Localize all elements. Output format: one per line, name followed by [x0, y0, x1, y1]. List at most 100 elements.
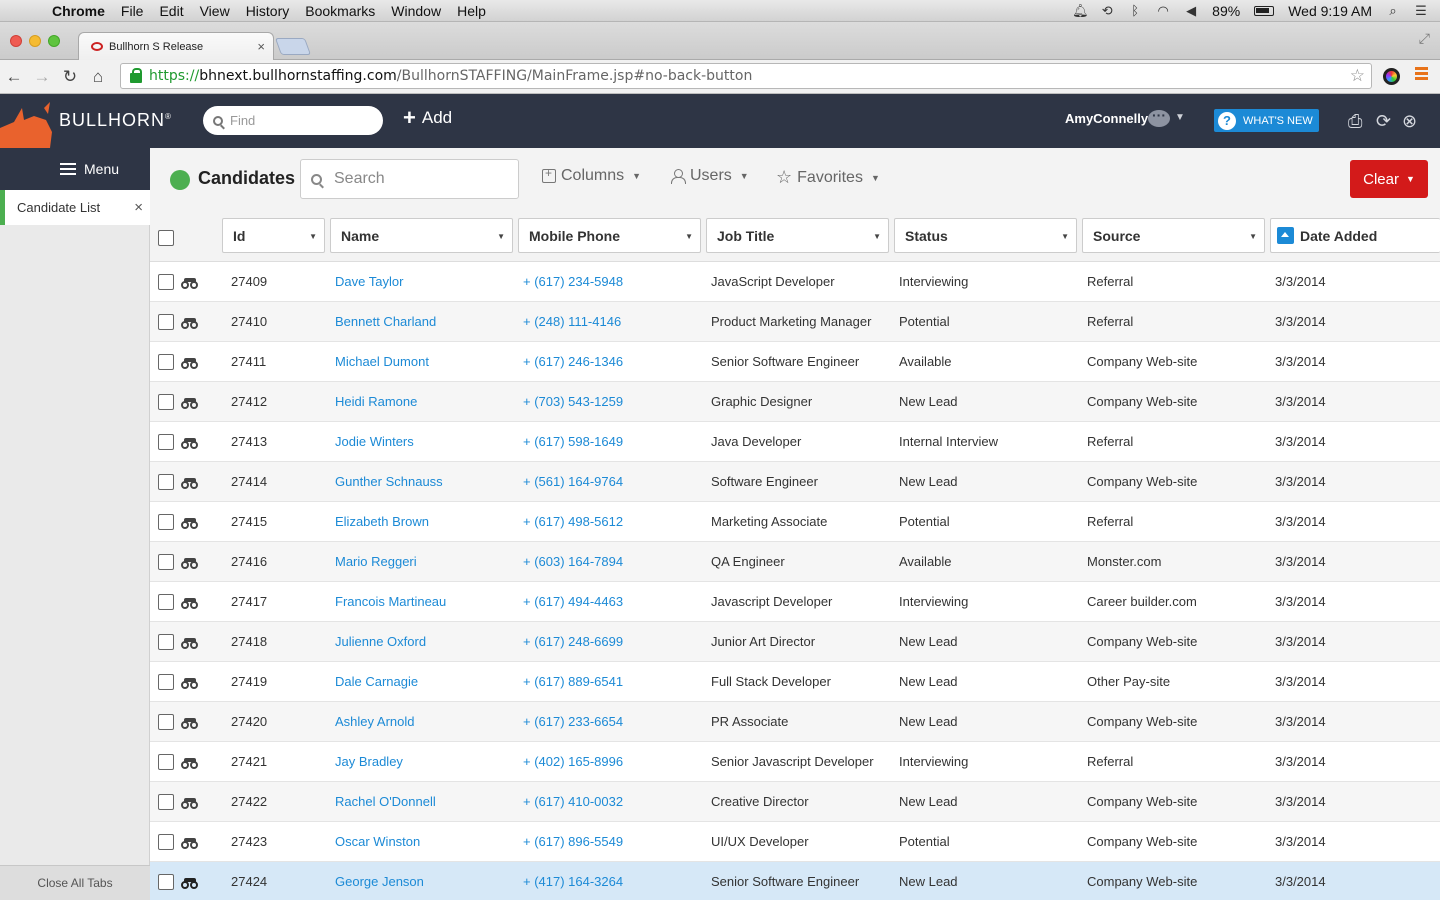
extension-icon[interactable]: [1383, 68, 1400, 85]
cell-phone-link[interactable]: + (617) 410-0032: [523, 794, 623, 809]
cell-phone-link[interactable]: + (402) 165-8996: [523, 754, 623, 769]
os-menu-file[interactable]: File: [113, 3, 152, 19]
os-menu-edit[interactable]: Edit: [151, 3, 191, 19]
volume-icon[interactable]: ◀: [1184, 3, 1198, 18]
find-input[interactable]: Find: [203, 106, 383, 135]
new-tab-button[interactable]: [274, 38, 312, 55]
cell-phone-link[interactable]: + (617) 598-1649: [523, 434, 623, 449]
print-icon[interactable]: ⎙: [1348, 111, 1362, 132]
forward-icon[interactable]: →: [28, 67, 56, 87]
sort-ascending-icon[interactable]: [1277, 227, 1294, 244]
close-tab-icon[interactable]: ×: [134, 199, 143, 216]
menu-button[interactable]: Menu: [0, 148, 150, 190]
column-header-job-title[interactable]: Job Title ▼: [706, 218, 889, 253]
cell-name-link[interactable]: Dale Carnagie: [335, 674, 418, 689]
reload-icon[interactable]: ↻: [56, 67, 84, 87]
sidebar-tab-candidate-list[interactable]: Candidate List ×: [0, 190, 150, 225]
preview-binoculars-icon[interactable]: [181, 798, 199, 809]
table-row[interactable]: 27415 Elizabeth Brown + (617) 498-5612 Mark…: [150, 502, 1440, 542]
back-icon[interactable]: ←: [0, 67, 28, 87]
lock-icon[interactable]: [130, 68, 142, 83]
preview-binoculars-icon[interactable]: [181, 718, 199, 729]
preview-binoculars-icon[interactable]: [181, 598, 199, 609]
table-row[interactable]: 27418 Julienne Oxford + (617) 248-6699 Juni…: [150, 622, 1440, 662]
table-row[interactable]: 27414 Gunther Schnauss + (561) 164-9764 Sof…: [150, 462, 1440, 502]
cell-name-link[interactable]: Dave Taylor: [335, 274, 403, 289]
cell-phone-link[interactable]: + (248) 111-4146: [523, 314, 621, 329]
cell-phone-link[interactable]: + (617) 248-6699: [523, 634, 623, 649]
row-checkbox[interactable]: [158, 474, 174, 490]
preview-binoculars-icon[interactable]: [181, 478, 199, 489]
preview-binoculars-icon[interactable]: [181, 758, 199, 769]
preview-binoculars-icon[interactable]: [181, 358, 199, 369]
cell-name-link[interactable]: Francois Martineau: [335, 594, 446, 609]
preview-binoculars-icon[interactable]: [181, 558, 199, 569]
row-checkbox[interactable]: [158, 514, 174, 530]
cell-name-link[interactable]: Heidi Ramone: [335, 394, 417, 409]
os-menu-bookmarks[interactable]: Bookmarks: [297, 3, 383, 19]
chevron-down-icon[interactable]: ▼: [497, 232, 505, 241]
cell-name-link[interactable]: Rachel O'Donnell: [335, 794, 436, 809]
notification-bell-icon[interactable]: 🔔︎: [1072, 3, 1089, 18]
minimize-window-button[interactable]: [29, 35, 41, 47]
table-row[interactable]: 27413 Jodie Winters + (617) 598-1649 Java D…: [150, 422, 1440, 462]
cell-phone-link[interactable]: + (617) 234-5948: [523, 274, 623, 289]
cell-name-link[interactable]: Bennett Charland: [335, 314, 436, 329]
table-row[interactable]: 27412 Heidi Ramone + (703) 543-1259 Graphic…: [150, 382, 1440, 422]
bookmark-star-icon[interactable]: ☆: [1350, 66, 1365, 86]
os-menu-help[interactable]: Help: [449, 3, 494, 19]
row-checkbox[interactable]: [158, 674, 174, 690]
table-row[interactable]: 27410 Bennett Charland + (248) 111-4146 Pro…: [150, 302, 1440, 342]
os-menu-window[interactable]: Window: [383, 3, 449, 19]
cell-name-link[interactable]: Oscar Winston: [335, 834, 420, 849]
chevron-down-icon[interactable]: ▼: [873, 232, 881, 241]
cell-name-link[interactable]: Jay Bradley: [335, 754, 403, 769]
select-all-checkbox[interactable]: [158, 230, 174, 246]
preview-binoculars-icon[interactable]: [181, 518, 199, 529]
chrome-menu-icon[interactable]: [1415, 67, 1428, 82]
row-checkbox[interactable]: [158, 634, 174, 650]
cell-phone-link[interactable]: + (617) 246-1346: [523, 354, 623, 369]
cell-phone-link[interactable]: + (617) 889-6541: [523, 674, 623, 689]
bluetooth-icon[interactable]: ᛒ: [1128, 3, 1142, 18]
cell-name-link[interactable]: George Jenson: [335, 874, 424, 889]
cell-phone-link[interactable]: + (617) 498-5612: [523, 514, 623, 529]
address-bar[interactable]: https:// bhnext.bullhornstaffing.com /Bu…: [120, 63, 1372, 89]
refresh-icon[interactable]: ⟳: [1376, 111, 1391, 132]
column-header-mobile-phone[interactable]: Mobile Phone ▼: [518, 218, 701, 253]
fullscreen-icon[interactable]: ⤢: [1419, 30, 1430, 47]
cell-phone-link[interactable]: + (617) 233-6654: [523, 714, 623, 729]
chat-bubble-icon[interactable]: [1148, 107, 1170, 127]
chevron-down-icon[interactable]: ▼: [1249, 232, 1257, 241]
cell-phone-link[interactable]: + (617) 494-4463: [523, 594, 623, 609]
close-all-tabs-button[interactable]: Close All Tabs: [0, 865, 150, 900]
whats-new-button[interactable]: ? WHAT'S NEW: [1214, 109, 1319, 132]
column-header-id[interactable]: Id ▼: [222, 218, 325, 253]
row-checkbox[interactable]: [158, 394, 174, 410]
preview-binoculars-icon[interactable]: [181, 678, 199, 689]
table-row[interactable]: 27417 Francois Martineau + (617) 494-4463 J…: [150, 582, 1440, 622]
table-row[interactable]: 27424 George Jenson + (417) 164-3264 Senior…: [150, 862, 1440, 900]
favorites-dropdown[interactable]: ☆ Favorites ▼: [776, 167, 880, 188]
cell-phone-link[interactable]: + (703) 543-1259: [523, 394, 623, 409]
table-row[interactable]: 27411 Michael Dumont + (617) 246-1346 Senio…: [150, 342, 1440, 382]
row-checkbox[interactable]: [158, 354, 174, 370]
notification-center-icon[interactable]: ☰: [1414, 3, 1428, 18]
table-row[interactable]: 27421 Jay Bradley + (402) 165-8996 Senior J…: [150, 742, 1440, 782]
column-header-name[interactable]: Name ▼: [330, 218, 513, 253]
clear-button[interactable]: Clear ▼: [1350, 160, 1428, 198]
close-window-button[interactable]: [10, 35, 22, 47]
preview-binoculars-icon[interactable]: [181, 438, 199, 449]
row-checkbox[interactable]: [158, 874, 174, 890]
preview-binoculars-icon[interactable]: [181, 638, 199, 649]
chevron-down-icon[interactable]: ▼: [1061, 232, 1069, 241]
chevron-down-icon[interactable]: ▼: [685, 232, 693, 241]
close-tab-icon[interactable]: ×: [257, 39, 265, 54]
table-row[interactable]: 27420 Ashley Arnold + (617) 233-6654 PR Ass…: [150, 702, 1440, 742]
row-checkbox[interactable]: [158, 834, 174, 850]
row-checkbox[interactable]: [158, 314, 174, 330]
preview-binoculars-icon[interactable]: [181, 398, 199, 409]
row-checkbox[interactable]: [158, 594, 174, 610]
home-icon[interactable]: ⌂: [84, 67, 112, 87]
os-menu-history[interactable]: History: [238, 3, 298, 19]
